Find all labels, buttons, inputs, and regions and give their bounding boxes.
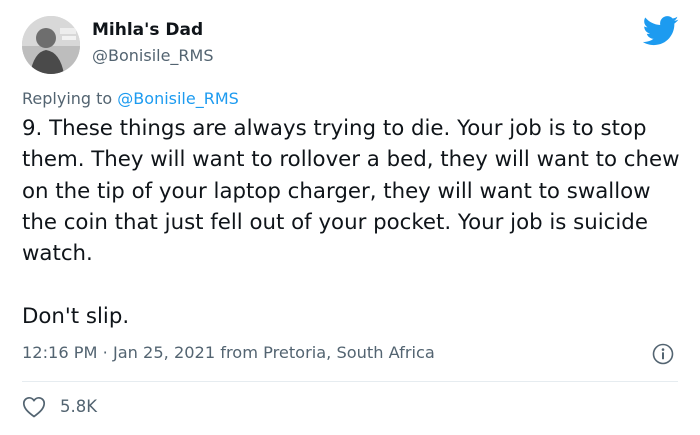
twitter-bird-icon[interactable]	[642, 16, 679, 46]
replying-prefix: Replying to	[22, 89, 113, 108]
author-name[interactable]: Mihla's Dad	[92, 20, 203, 40]
divider	[22, 381, 678, 382]
avatar[interactable]	[22, 16, 80, 74]
replying-to-mention[interactable]: @Bonisile_RMS	[117, 89, 239, 108]
tweet-card: Mihla's Dad @Bonisile_RMS Replying to @B…	[0, 0, 700, 435]
replying-to: Replying to @Bonisile_RMS	[22, 89, 239, 108]
heart-icon[interactable]	[22, 396, 46, 418]
like-count: 5.8K	[60, 397, 98, 416]
tweet-text: 9. These things are always trying to die…	[22, 116, 680, 329]
tweet-timestamp[interactable]: 12:16 PM · Jan 25, 2021 from Pretoria, S…	[22, 343, 435, 362]
author-handle[interactable]: @Bonisile_RMS	[92, 46, 214, 65]
info-icon[interactable]	[652, 343, 674, 365]
